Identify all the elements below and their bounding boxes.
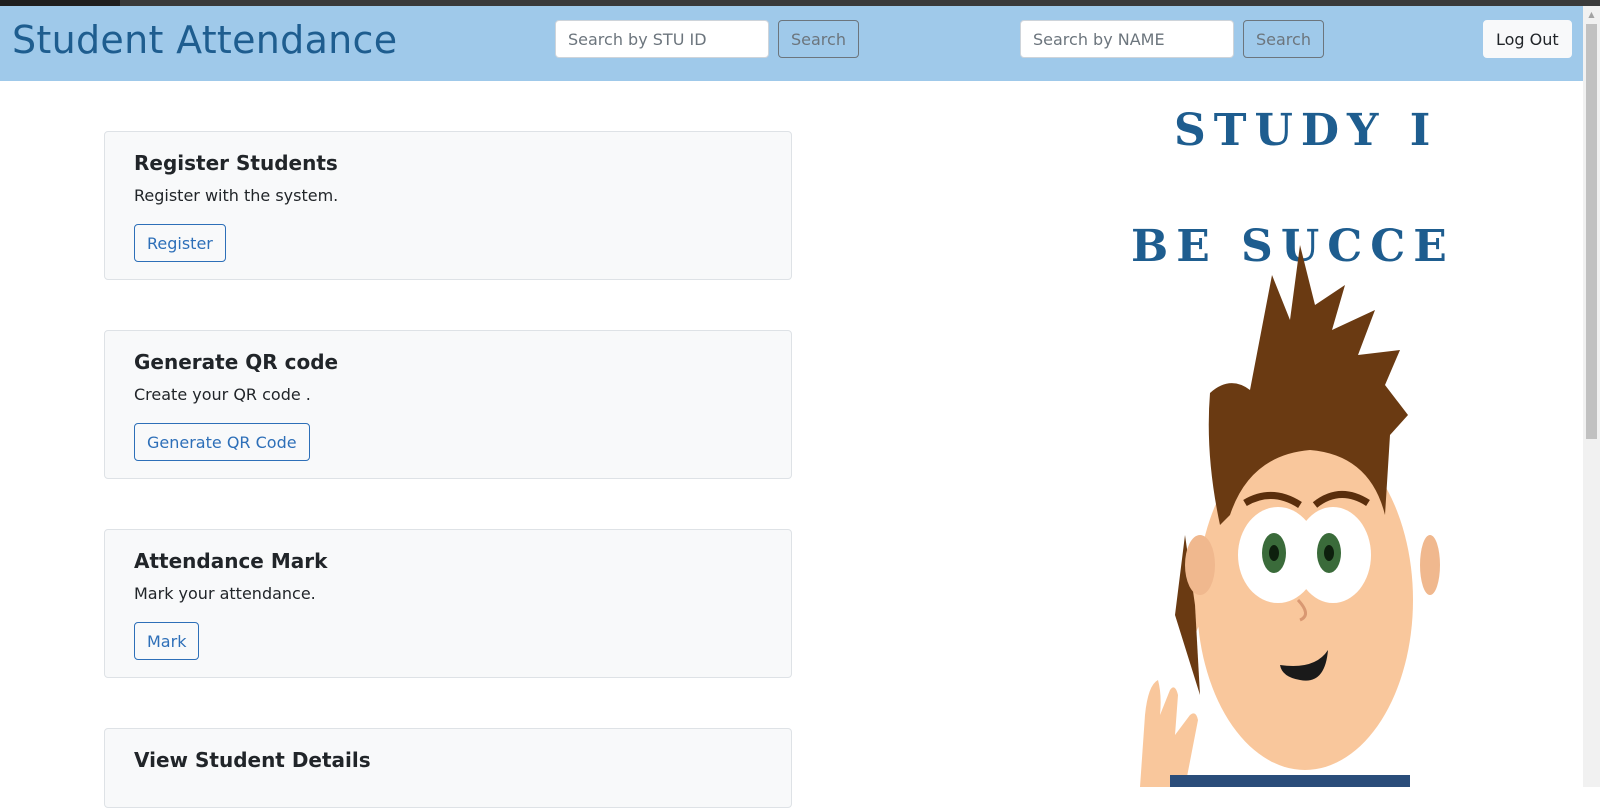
card-title: View Student Details (134, 748, 371, 772)
card-title: Attendance Mark (134, 549, 328, 573)
illustration-text-line2: BE SUCCE (1131, 221, 1455, 272)
card-view-student-details: View Student Details (104, 728, 792, 808)
scrollbar-thumb[interactable] (1586, 24, 1597, 439)
vertical-scrollbar[interactable]: ▲ (1583, 6, 1600, 787)
card-text: Create your QR code . (134, 385, 311, 404)
study-cartoon-illustration: STUDY I BE SUCCE (1100, 95, 1467, 787)
register-button[interactable]: Register (134, 224, 226, 262)
generate-qr-button[interactable]: Generate QR Code (134, 423, 310, 461)
card-attendance-mark: Attendance Mark Mark your attendance. Ma… (104, 529, 792, 678)
navbar: Student Attendance Search Search Log Out (0, 6, 1583, 81)
card-title: Register Students (134, 151, 338, 175)
illustration-text-line1: STUDY I (1174, 105, 1438, 156)
brand-title[interactable]: Student Attendance (12, 18, 397, 62)
search-by-name-button[interactable]: Search (1243, 20, 1324, 58)
card-text: Register with the system. (134, 186, 339, 205)
search-by-name-input[interactable] (1020, 20, 1234, 58)
card-register: Register Students Register with the syst… (104, 131, 792, 280)
mark-button[interactable]: Mark (134, 622, 200, 660)
card-text: Mark your attendance. (134, 584, 316, 603)
search-by-id-button[interactable]: Search (778, 20, 859, 58)
logout-button[interactable]: Log Out (1483, 20, 1572, 58)
card-title: Generate QR code (134, 350, 339, 374)
scroll-up-arrow-icon[interactable]: ▲ (1583, 6, 1600, 23)
search-by-id-input[interactable] (555, 20, 769, 58)
card-generate-qr: Generate QR code Create your QR code . G… (104, 330, 792, 479)
